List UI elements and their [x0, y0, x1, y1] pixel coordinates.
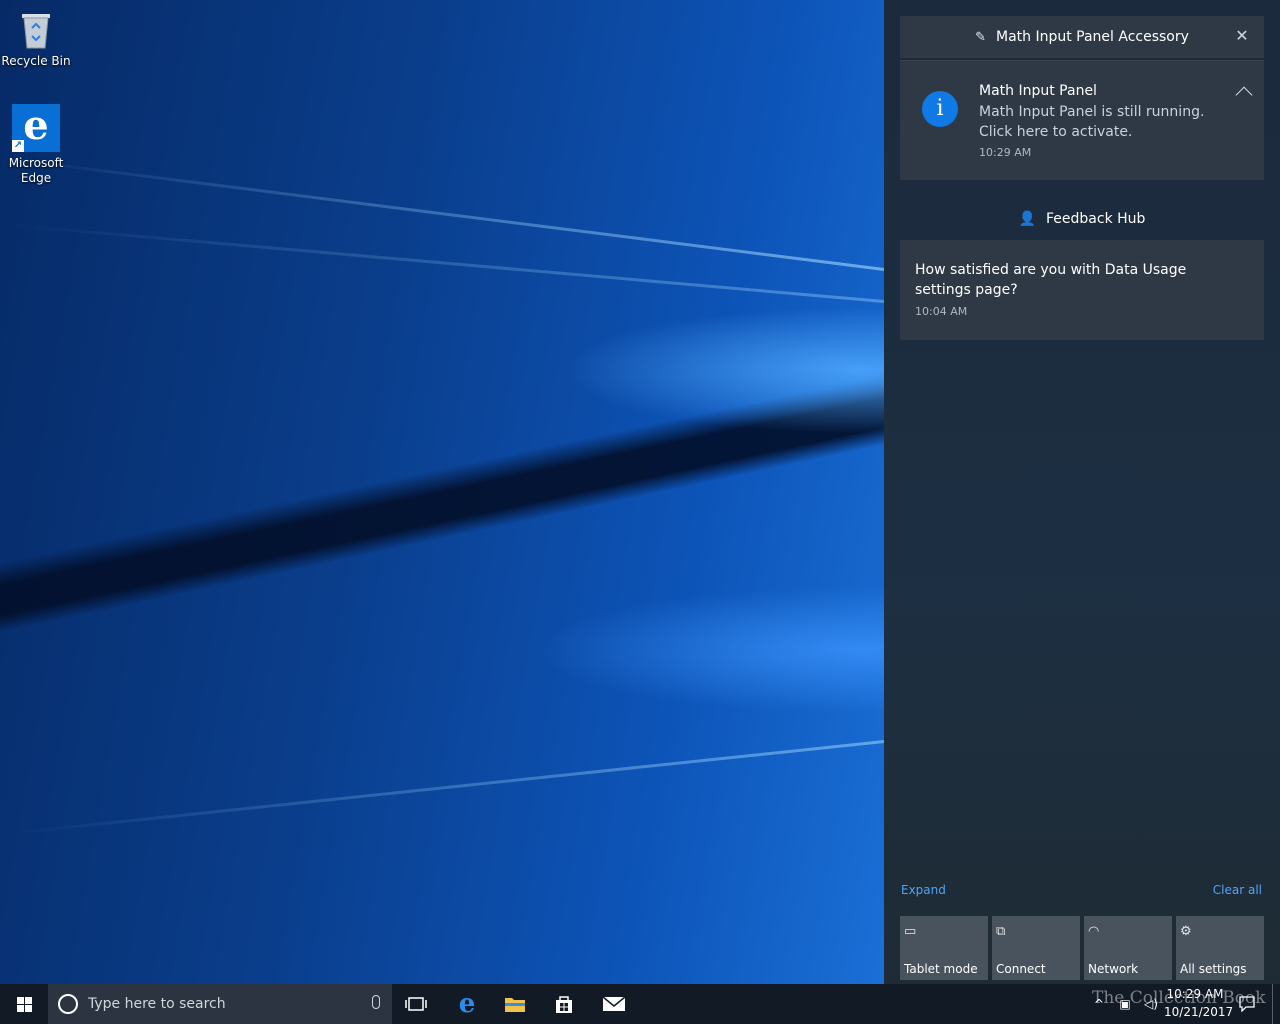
notification-group-header-feedback-hub: 👤 Feedback Hub [900, 198, 1264, 240]
watermark-text: The Collection Book [1092, 988, 1266, 1008]
search-input[interactable]: Type here to search [88, 996, 226, 1012]
settings-gear-icon: ⚙ [1180, 924, 1192, 939]
quick-action-label: Tablet mode [904, 962, 978, 976]
group-app-name: Feedback Hub [1046, 211, 1146, 227]
info-icon: i [922, 91, 958, 127]
quick-action-label: Connect [996, 962, 1046, 976]
desktop-icon-recycle-bin[interactable]: Recycle Bin [0, 8, 72, 69]
notification-body-line: Click here to activate. [979, 124, 1133, 140]
quick-action-network[interactable]: ◠ Network [1084, 916, 1172, 980]
group-app-name: Math Input Panel Accessory [995, 29, 1189, 45]
collapse-chevron-icon[interactable] [1235, 86, 1253, 104]
task-view-button[interactable] [392, 984, 440, 1024]
desktop-icon-label: Recycle Bin [1, 54, 71, 68]
edge-icon: e ↗ [12, 104, 60, 152]
quick-action-label: Network [1088, 962, 1139, 976]
windows-logo-icon [17, 997, 32, 1012]
mail-icon [602, 996, 626, 1011]
taskbar-edge-button[interactable]: e [443, 984, 491, 1024]
desktop-icon-edge[interactable]: e ↗ Microsoft Edge [0, 104, 72, 186]
wallpaper-ray [3, 222, 885, 303]
taskbar-store-button[interactable] [540, 984, 588, 1024]
expand-link[interactable]: Expand [901, 883, 946, 897]
quick-action-tablet-mode[interactable]: ▭ Tablet mode [900, 916, 988, 980]
task-view-icon [405, 997, 427, 1011]
file-explorer-icon [505, 998, 525, 1012]
close-icon[interactable]: ✕ [1234, 28, 1250, 44]
quick-action-all-settings[interactable]: ⚙ All settings [1176, 916, 1264, 980]
wallpaper-ray [4, 740, 885, 836]
notification-time: 10:29 AM [979, 146, 1032, 159]
action-center: ✎ Math Input Panel Accessory ✕ i Math In… [884, 0, 1280, 984]
math-input-panel-icon: ✎ [975, 29, 986, 45]
feedback-hub-icon: 👤 [1018, 211, 1036, 227]
notification-title-line: How satisfied are you with Data Usage [915, 262, 1187, 278]
shortcut-arrow-icon: ↗ [12, 140, 24, 152]
clear-all-link[interactable]: Clear all [1213, 883, 1262, 897]
notification-feedback-hub[interactable]: How satisfied are you with Data Usage se… [900, 240, 1264, 340]
edge-icon: e [458, 989, 476, 1019]
cortana-icon [58, 994, 78, 1014]
taskbar-mail-button[interactable] [590, 984, 638, 1024]
tablet-mode-icon: ▭ [904, 924, 917, 939]
quick-action-connect[interactable]: ⧉ Connect [992, 916, 1080, 980]
store-icon [556, 996, 572, 1013]
notification-math-input-panel[interactable]: i Math Input Panel Math Input Panel is s… [900, 60, 1264, 180]
desktop-wallpaper [0, 0, 885, 984]
notification-title: Math Input Panel [979, 83, 1097, 99]
taskbar-file-explorer-button[interactable] [491, 984, 539, 1024]
connect-icon: ⧉ [996, 924, 1006, 939]
show-desktop-button[interactable] [1272, 984, 1280, 1024]
notification-body-line: Math Input Panel is still running. [979, 104, 1205, 120]
notification-title-line: settings page? [915, 282, 1018, 298]
start-button[interactable] [0, 984, 48, 1024]
quick-action-label: All settings [1180, 962, 1247, 976]
notification-group-header-math-input: ✎ Math Input Panel Accessory ✕ [900, 16, 1264, 58]
desktop-icon-label: Microsoft Edge [8, 156, 64, 185]
network-icon: ◠ [1088, 924, 1100, 939]
notification-time: 10:04 AM [915, 305, 968, 318]
recycle-bin-icon [18, 8, 54, 50]
search-box[interactable]: Type here to search [48, 984, 392, 1024]
microphone-icon[interactable] [372, 995, 380, 1009]
wallpaper-ray [6, 157, 885, 271]
